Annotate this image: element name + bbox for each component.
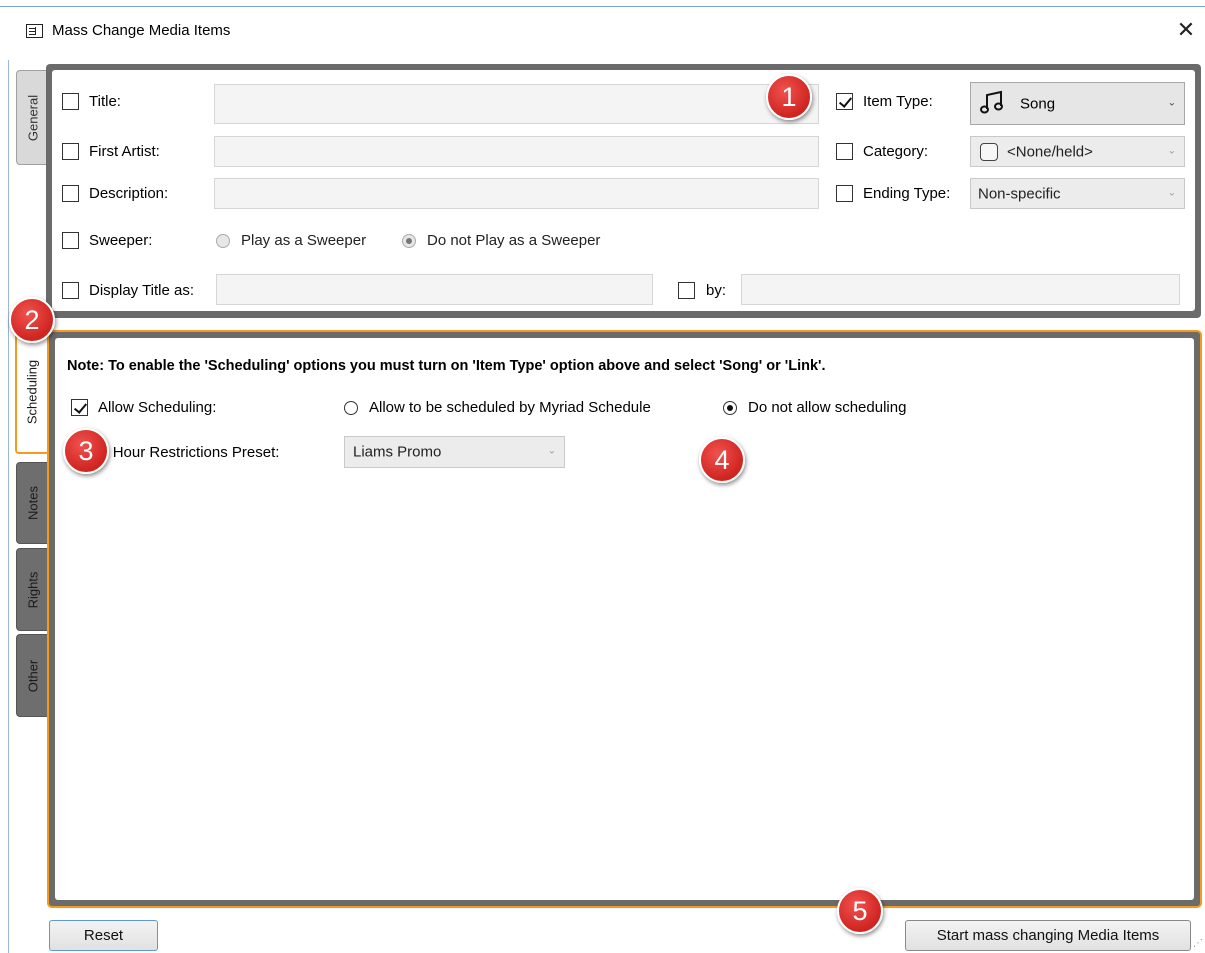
first-artist-input[interactable] bbox=[214, 136, 819, 167]
allow-myriad-schedule-label: Allow to be scheduled by Myriad Schedule bbox=[369, 399, 651, 416]
description-checkbox[interactable] bbox=[62, 185, 79, 202]
chevron-down-icon: ⌄ bbox=[1167, 186, 1176, 198]
hour-restrictions-value: Liams Promo bbox=[353, 443, 442, 461]
title-bar-border bbox=[0, 6, 1205, 7]
do-not-allow-scheduling-radio[interactable] bbox=[723, 401, 737, 415]
annotation-badge-4: 4 bbox=[699, 437, 745, 483]
window-title: Mass Change Media Items bbox=[52, 22, 231, 39]
tab-scheduling-label: Scheduling bbox=[24, 359, 40, 425]
scheduling-note: Note: To enable the 'Scheduling' options… bbox=[67, 358, 826, 374]
mass-change-window: Mass Change Media Items ✕ General Schedu… bbox=[0, 0, 1205, 953]
sweeper-label: Sweeper: bbox=[89, 232, 153, 249]
sweeper-checkbox[interactable] bbox=[62, 232, 79, 249]
annotation-badge-3: 3 bbox=[63, 428, 109, 474]
app-window-icon bbox=[26, 24, 43, 38]
general-panel: Title: First Artist: Description: Sweepe… bbox=[46, 64, 1201, 318]
window-border bbox=[8, 60, 9, 953]
allow-scheduling-label: Allow Scheduling: bbox=[98, 399, 217, 416]
chevron-down-icon: ⌄ bbox=[1167, 96, 1176, 108]
ending-type-label: Ending Type: bbox=[863, 185, 951, 202]
hour-restrictions-dropdown[interactable]: Liams Promo ⌄ bbox=[344, 436, 565, 468]
do-not-play-sweeper-radio[interactable] bbox=[402, 234, 416, 248]
allow-myriad-schedule-radio[interactable] bbox=[344, 401, 358, 415]
annotation-badge-1: 1 bbox=[766, 74, 812, 120]
title-bar: Mass Change Media Items ✕ bbox=[0, 0, 1205, 60]
first-artist-label: First Artist: bbox=[89, 143, 160, 160]
ending-type-checkbox[interactable] bbox=[836, 185, 853, 202]
category-dropdown[interactable]: <None/held> ⌄ bbox=[970, 136, 1185, 167]
do-not-play-sweeper-label: Do not Play as a Sweeper bbox=[427, 232, 601, 249]
allow-scheduling-checkbox[interactable] bbox=[71, 399, 88, 416]
general-panel-content: Title: First Artist: Description: Sweepe… bbox=[52, 70, 1195, 311]
reset-button[interactable]: Reset bbox=[49, 920, 158, 951]
item-type-checkbox[interactable] bbox=[836, 93, 853, 110]
tab-notes[interactable]: Notes bbox=[16, 462, 48, 544]
do-not-allow-scheduling-label: Do not allow scheduling bbox=[748, 399, 907, 416]
title-label: Title: bbox=[89, 93, 121, 110]
tab-general[interactable]: General bbox=[16, 70, 48, 165]
annotation-badge-2: 2 bbox=[9, 297, 55, 343]
play-as-sweeper-radio[interactable] bbox=[216, 234, 230, 248]
category-checkbox[interactable] bbox=[836, 143, 853, 160]
item-type-value: Song bbox=[1020, 95, 1056, 112]
close-button[interactable]: ✕ bbox=[1172, 16, 1200, 44]
annotation-badge-5: 5 bbox=[837, 888, 883, 934]
tab-scheduling[interactable]: Scheduling bbox=[15, 330, 47, 454]
tab-rights[interactable]: Rights bbox=[16, 548, 48, 631]
category-label: Category: bbox=[863, 143, 929, 160]
display-title-checkbox[interactable] bbox=[62, 282, 79, 299]
scheduling-panel: Note: To enable the 'Scheduling' options… bbox=[47, 330, 1202, 908]
description-input[interactable] bbox=[214, 178, 819, 209]
item-type-label: Item Type: bbox=[863, 93, 933, 110]
music-note-icon bbox=[979, 90, 1005, 120]
tab-general-label: General bbox=[25, 94, 40, 141]
title-input[interactable] bbox=[214, 84, 819, 124]
by-checkbox[interactable] bbox=[678, 282, 695, 299]
item-type-dropdown[interactable]: Song ⌄ bbox=[970, 82, 1185, 125]
tab-other-label: Other bbox=[25, 659, 40, 692]
color-swatch-icon bbox=[980, 143, 998, 161]
description-label: Description: bbox=[89, 185, 169, 202]
title-checkbox[interactable] bbox=[62, 93, 79, 110]
display-title-label: Display Title as: bbox=[89, 282, 195, 299]
first-artist-checkbox[interactable] bbox=[62, 143, 79, 160]
tab-notes-label: Notes bbox=[25, 486, 40, 520]
display-title-input[interactable] bbox=[216, 274, 653, 305]
play-as-sweeper-label: Play as a Sweeper bbox=[241, 232, 367, 249]
start-mass-change-button[interactable]: Start mass changing Media Items bbox=[905, 920, 1191, 951]
by-input[interactable] bbox=[741, 274, 1180, 305]
ending-type-dropdown[interactable]: Non-specific ⌄ bbox=[970, 178, 1185, 209]
category-value: <None/held> bbox=[1007, 143, 1093, 160]
chevron-down-icon: ⌄ bbox=[547, 445, 556, 457]
resize-grip-icon[interactable]: ⋰ bbox=[1193, 938, 1203, 949]
chevron-down-icon: ⌄ bbox=[1167, 144, 1176, 156]
scheduling-panel-content: Note: To enable the 'Scheduling' options… bbox=[55, 338, 1194, 900]
by-label: by: bbox=[706, 282, 727, 299]
ending-type-value: Non-specific bbox=[978, 185, 1061, 202]
tab-other[interactable]: Other bbox=[16, 634, 48, 717]
tab-rights-label: Rights bbox=[25, 571, 40, 608]
